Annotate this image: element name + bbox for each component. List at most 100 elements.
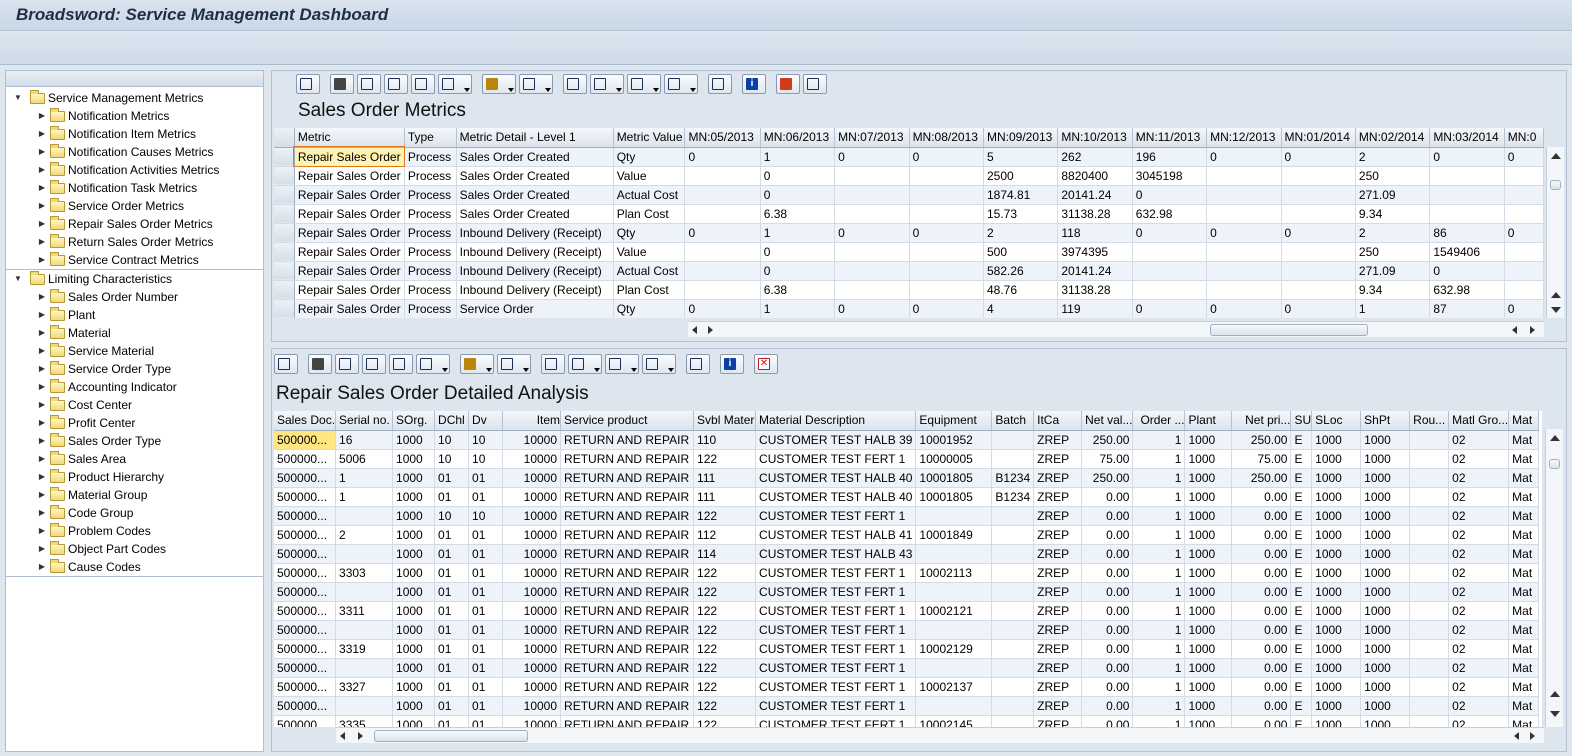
table-cell[interactable] — [1409, 487, 1450, 507]
table-cell[interactable]: 1000 — [1360, 677, 1411, 697]
table-cell[interactable]: 1000 — [392, 449, 436, 469]
expand-arrow-icon[interactable]: ▼ — [12, 89, 24, 107]
table-row[interactable]: Repair Sales Order Process Sales Order Cre… — [274, 204, 1544, 224]
table-cell[interactable] — [1409, 544, 1450, 564]
table-cell[interactable]: 1000 — [1311, 449, 1362, 469]
table-cell[interactable]: RETURN AND REPAIR — [560, 430, 695, 450]
table-cell[interactable] — [1281, 166, 1356, 186]
subtotal-button[interactable] — [519, 74, 553, 94]
table-cell[interactable]: 01 — [434, 563, 470, 583]
table-cell[interactable]: Sales Order Created — [456, 166, 614, 186]
tree-item[interactable]: ▶ Sales Area — [36, 450, 260, 468]
expand-arrow-icon[interactable]: ▶ — [36, 233, 48, 251]
table-cell[interactable]: 1000 — [1311, 582, 1362, 602]
column-header[interactable]: MN:11/2013 — [1132, 128, 1208, 148]
table-cell[interactable]: 02 — [1448, 582, 1510, 602]
table-cell[interactable] — [684, 242, 761, 262]
tree-item[interactable]: ▶ Service Order Type — [36, 360, 260, 378]
table-cell[interactable]: RETURN AND REPAIR — [560, 525, 695, 545]
table-cell[interactable]: 122 — [693, 658, 757, 678]
expand-arrow-icon[interactable]: ▶ — [36, 161, 48, 179]
print-preview-button[interactable] — [563, 74, 587, 94]
table-cell[interactable]: Repair Sales Order — [294, 223, 405, 243]
table-cell[interactable]: 1000 — [392, 544, 436, 564]
column-header[interactable]: Sales Doc. — [274, 411, 337, 431]
table-cell[interactable]: Repair Sales Order — [293, 146, 406, 167]
table-cell[interactable]: 122 — [693, 677, 757, 697]
table-cell[interactable] — [1409, 639, 1450, 659]
table-cell[interactable]: 250 — [1355, 242, 1431, 262]
table-cell[interactable]: Mat — [1508, 620, 1540, 640]
table-cell[interactable]: Inbound Delivery (Receipt) — [456, 223, 614, 243]
table-cell[interactable]: 500 — [983, 242, 1059, 262]
close-button[interactable]: ✕ — [754, 354, 778, 374]
table-cell[interactable]: 01 — [434, 525, 470, 545]
table-cell[interactable]: 10000 — [502, 639, 562, 659]
table-cell[interactable]: ZREP — [1033, 658, 1083, 678]
table-cell[interactable]: 02 — [1448, 544, 1510, 564]
table-cell[interactable]: 1549406 — [1429, 242, 1505, 262]
table-cell[interactable]: CUSTOMER TEST FERT 1 — [755, 658, 917, 678]
table-cell[interactable]: 0.00 — [1231, 696, 1292, 716]
column-header[interactable]: Equipment — [915, 411, 993, 431]
tree-item[interactable]: ▶ Cost Center — [36, 396, 260, 414]
table-cell[interactable]: 1000 — [1311, 639, 1362, 659]
table-cell[interactable]: 1 — [1132, 677, 1186, 697]
metrics-horizontal-scrollbar[interactable] — [688, 321, 1544, 337]
tree-item[interactable]: ▶ Notification Task Metrics — [36, 179, 260, 197]
table-cell[interactable]: 0.00 — [1231, 487, 1292, 507]
table-cell[interactable]: 10001805 — [915, 468, 993, 488]
table-cell[interactable]: 15.73 — [983, 204, 1059, 224]
row-selector[interactable] — [274, 223, 295, 243]
expand-arrow-icon[interactable]: ▶ — [36, 504, 48, 522]
table-cell[interactable]: 1000 — [392, 639, 436, 659]
table-cell[interactable]: Repair Sales Order — [294, 280, 405, 300]
export-button[interactable] — [590, 74, 624, 94]
table-cell[interactable]: 250.00 — [1081, 430, 1134, 450]
table-cell[interactable] — [991, 506, 1035, 526]
table-cell[interactable]: 9.34 — [1355, 204, 1431, 224]
table-cell[interactable]: RETURN AND REPAIR — [560, 601, 695, 621]
table-cell[interactable]: 500000... — [274, 430, 337, 450]
table-cell[interactable]: 1000 — [392, 658, 436, 678]
column-header[interactable]: MN:07/2013 — [834, 128, 910, 148]
table-cell[interactable] — [1206, 261, 1282, 281]
column-header[interactable]: ItCa — [1033, 411, 1083, 431]
table-cell[interactable]: 6.38 — [760, 204, 836, 224]
table-cell[interactable]: 02 — [1448, 468, 1510, 488]
table-cell[interactable]: 01 — [468, 582, 504, 602]
table-cell[interactable]: 01 — [468, 601, 504, 621]
tree-item[interactable]: ▶ Notification Activities Metrics — [36, 161, 260, 179]
column-header[interactable]: MN:08/2013 — [909, 128, 984, 148]
table-cell[interactable] — [991, 582, 1035, 602]
expand-arrow-icon[interactable]: ▶ — [36, 107, 48, 125]
table-cell[interactable]: 01 — [468, 468, 504, 488]
column-header[interactable]: Batch — [991, 411, 1035, 431]
table-cell[interactable]: 0.00 — [1081, 582, 1134, 602]
table-cell[interactable]: 250 — [1355, 166, 1431, 186]
table-cell[interactable]: 1 — [1132, 506, 1186, 526]
table-cell[interactable]: RETURN AND REPAIR — [560, 563, 695, 583]
table-cell[interactable]: RETURN AND REPAIR — [560, 582, 695, 602]
set-filter-button[interactable] — [438, 74, 472, 94]
table-cell[interactable] — [1409, 620, 1450, 640]
table-cell[interactable]: 1000 — [1184, 449, 1233, 469]
spreadsheet-button[interactable] — [605, 354, 639, 374]
tree-item[interactable]: ▶ Accounting Indicator — [36, 378, 260, 396]
tree-item[interactable]: ▶ Profit Center — [36, 414, 260, 432]
table-cell[interactable]: 1 — [335, 487, 394, 507]
table-cell[interactable]: 01 — [434, 582, 470, 602]
table-cell[interactable]: 10002121 — [915, 601, 993, 621]
table-cell[interactable]: 01 — [468, 696, 504, 716]
expand-arrow-icon[interactable]: ▶ — [36, 251, 48, 269]
table-cell[interactable]: Mat — [1508, 544, 1540, 564]
table-cell[interactable]: Repair Sales Order — [294, 166, 405, 186]
columns-button[interactable] — [803, 74, 827, 94]
table-cell[interactable]: Sales Order Created — [456, 204, 614, 224]
table-cell[interactable]: 0 — [1504, 223, 1544, 243]
table-cell[interactable]: 01 — [468, 487, 504, 507]
table-cell[interactable]: Mat — [1508, 468, 1540, 488]
table-cell[interactable] — [1206, 242, 1282, 262]
table-cell[interactable]: 119 — [1057, 299, 1133, 318]
table-cell[interactable]: 01 — [434, 658, 470, 678]
